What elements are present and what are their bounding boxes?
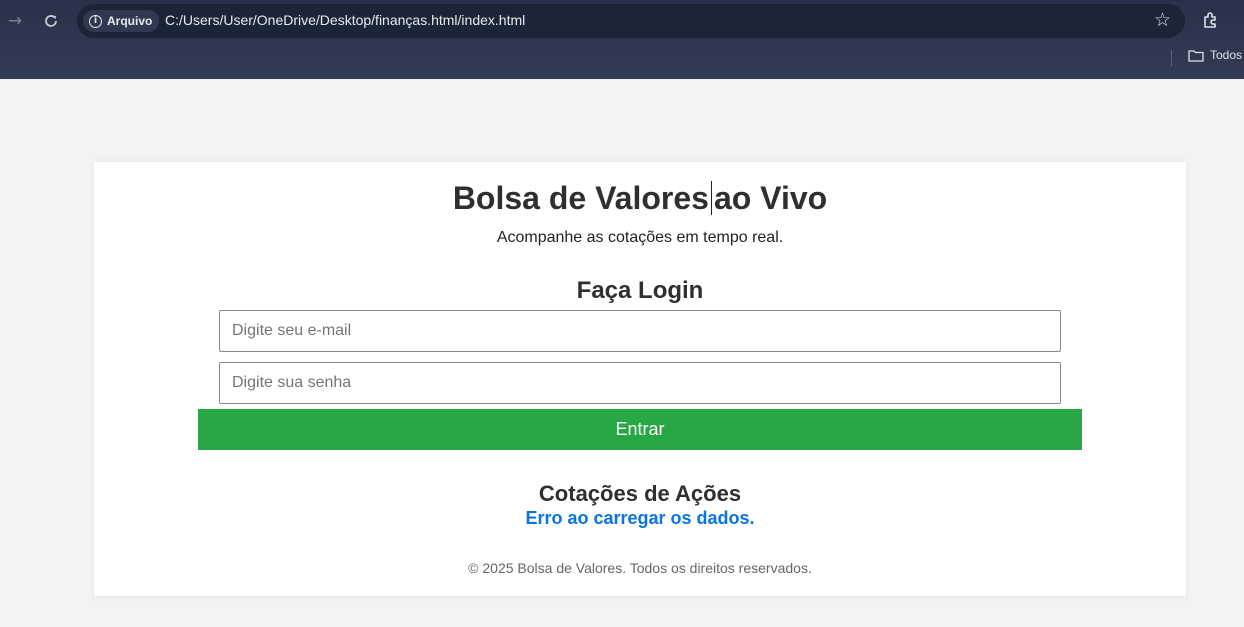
main-card: Bolsa de Valores ao Vivo Acompanhe as cot… bbox=[94, 162, 1186, 596]
title-part-1: Bolsa de Valores bbox=[452, 180, 709, 216]
forward-icon[interactable]: → bbox=[4, 10, 26, 32]
error-message: Erro ao carregar os dados. bbox=[525, 508, 755, 528]
extensions-icon[interactable] bbox=[1200, 9, 1222, 31]
footer-text: © 2025 Bolsa de Valores. Todos os direit… bbox=[468, 560, 812, 576]
password-field[interactable] bbox=[219, 362, 1061, 404]
email-field[interactable] bbox=[219, 310, 1061, 352]
login-button[interactable]: Entrar bbox=[198, 409, 1082, 450]
site-info-chip[interactable]: i Arquivo bbox=[83, 10, 160, 32]
bookmark-folder-label: Todos bbox=[1210, 48, 1243, 62]
reload-icon[interactable] bbox=[40, 10, 62, 32]
login-heading: Faça Login bbox=[576, 277, 704, 304]
bookmark-divider bbox=[1171, 50, 1172, 66]
info-icon: i bbox=[89, 14, 102, 28]
page-subtitle: Acompanhe as cotações em tempo real. bbox=[496, 229, 784, 246]
page-title: Bolsa de Valores ao Vivo bbox=[94, 180, 1186, 217]
url-text[interactable]: C:/Users/User/OneDrive/Desktop/finanças.… bbox=[165, 12, 525, 28]
title-part-2: ao Vivo bbox=[713, 180, 828, 216]
quotes-heading: Cotações de Ações bbox=[538, 481, 742, 506]
browser-toolbar: → i Arquivo C:/Users/User/OneDrive/Deskt… bbox=[0, 0, 1244, 79]
address-bar[interactable]: i Arquivo C:/Users/User/OneDrive/Desktop… bbox=[77, 4, 1185, 38]
page-body: Bolsa de Valores ao Vivo Acompanhe as cot… bbox=[0, 79, 1244, 627]
bookmark-folder[interactable]: Todos bbox=[1188, 48, 1242, 62]
text-cursor bbox=[710, 181, 712, 215]
security-label: Arquivo bbox=[107, 14, 153, 28]
folder-icon bbox=[1188, 49, 1204, 62]
star-icon[interactable]: ☆ bbox=[1154, 9, 1171, 31]
